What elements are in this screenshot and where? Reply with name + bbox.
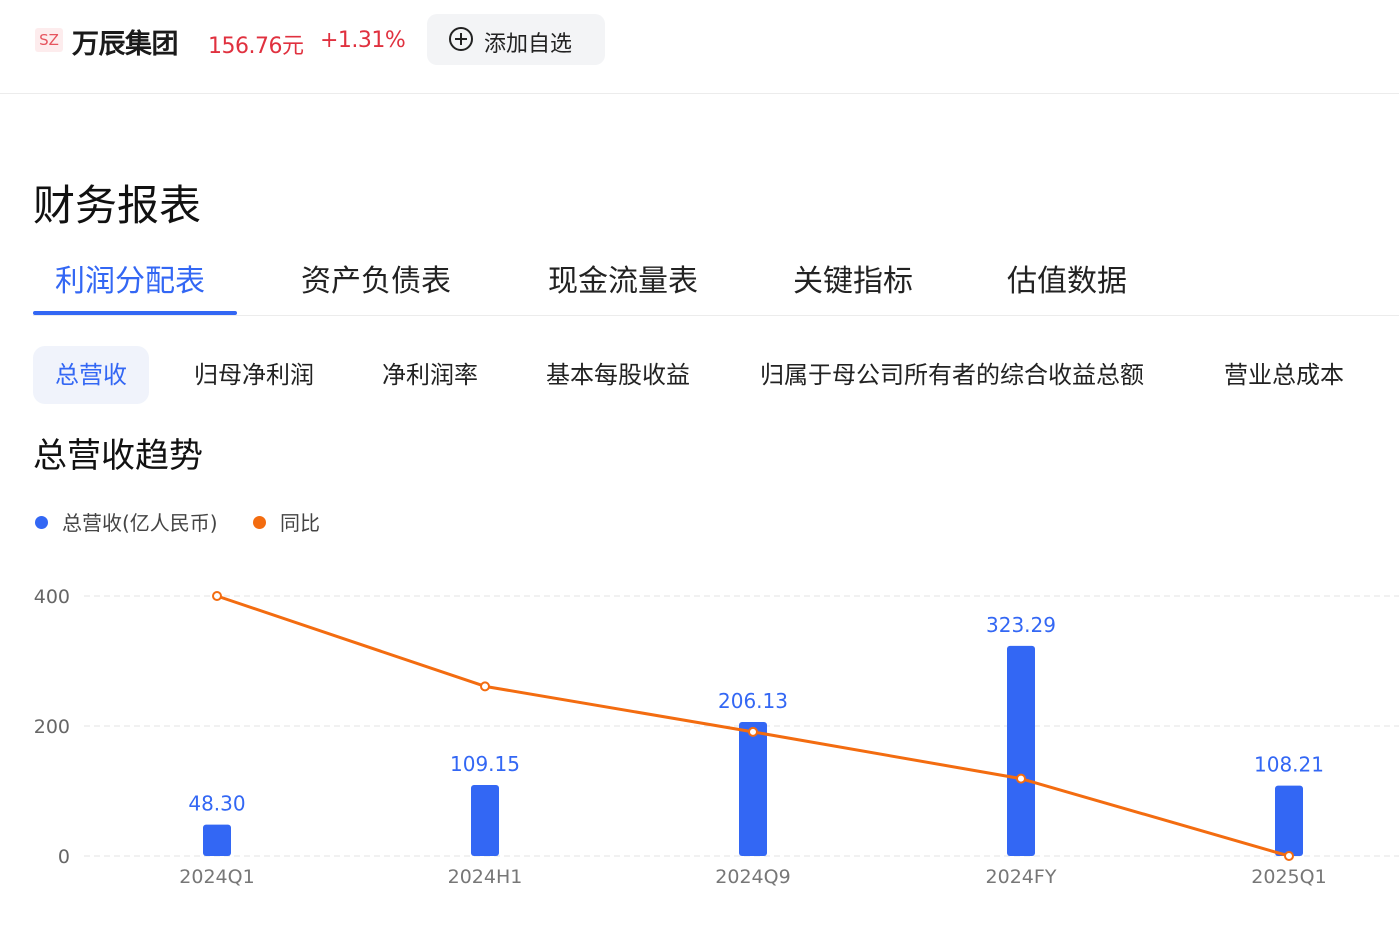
legend-label-revenue: 总营收(亿人民币)	[62, 511, 218, 535]
revenue-bar	[203, 824, 231, 856]
tab-key-metrics[interactable]: 关键指标	[793, 256, 913, 300]
revenue-data-label: 108.21	[1254, 753, 1324, 777]
y-tick-label: 200	[34, 716, 70, 738]
stock-header: SZ 万辰集团 156.76元 +1.31% 添加自选	[0, 0, 1399, 94]
chart-title: 总营收趋势	[33, 436, 203, 476]
y-tick-label: 400	[34, 586, 70, 608]
tab-cash-flow[interactable]: 现金流量表	[548, 256, 698, 300]
yoy-point	[1016, 773, 1026, 784]
yoy-point	[480, 681, 490, 692]
stock-price: 156.76元	[208, 34, 304, 59]
x-tick-label: 2024FY	[986, 866, 1057, 888]
revenue-data-label: 206.13	[718, 689, 788, 713]
yoy-point	[1284, 851, 1294, 861]
revenue-bar	[1275, 785, 1303, 856]
tab-valuation[interactable]: 估值数据	[1007, 256, 1127, 300]
metric-subtabs: 总营收 归母净利润 净利润率 基本每股收益 归属于母公司所有者的综合收益总额 营…	[33, 346, 1399, 404]
x-tick-label: 2024Q9	[715, 866, 790, 888]
legend-dot-revenue	[35, 516, 48, 529]
tab-income-statement[interactable]: 利润分配表	[55, 256, 205, 300]
revenue-bar	[739, 722, 767, 856]
x-tick-label: 2024H1	[448, 866, 523, 888]
yoy-point	[212, 591, 222, 601]
market-badge: SZ	[35, 28, 63, 52]
add-to-watchlist-label: 添加自选	[484, 32, 573, 57]
revenue-bar	[1007, 645, 1035, 856]
stock-change: +1.31%	[320, 28, 406, 53]
subtab-total-operating-cost[interactable]: 营业总成本	[1224, 346, 1344, 404]
legend-dot-yoy	[253, 516, 266, 529]
x-tick-label: 2025Q1	[1251, 866, 1326, 888]
x-tick-label: 2024Q1	[179, 866, 254, 888]
section-title: 财务报表	[33, 181, 202, 230]
subtab-net-profit-margin[interactable]: 净利润率	[382, 346, 478, 404]
revenue-data-label: 48.30	[188, 792, 245, 816]
y-tick-label: 0	[58, 846, 70, 868]
subtab-net-profit-attributable[interactable]: 归母净利润	[194, 346, 314, 404]
statement-tabs: 利润分配表 资产负债表 现金流量表 关键指标 估值数据	[33, 240, 1399, 316]
tab-balance-sheet[interactable]: 资产负债表	[301, 256, 451, 300]
revenue-data-label: 323.29	[986, 613, 1056, 637]
legend-item-revenue[interactable]: 总营收(亿人民币)	[35, 508, 218, 538]
stock-name: 万辰集团	[72, 29, 179, 60]
subtab-basic-eps[interactable]: 基本每股收益	[546, 346, 690, 404]
legend-item-yoy[interactable]: 同比	[253, 508, 320, 538]
legend-label-yoy: 同比	[280, 511, 320, 535]
subtab-total-revenue[interactable]: 总营收	[33, 346, 149, 404]
subtab-comprehensive-income[interactable]: 归属于母公司所有者的综合收益总额	[760, 346, 1144, 404]
active-tab-indicator	[33, 311, 237, 315]
plus-circle-icon	[449, 27, 473, 51]
add-to-watchlist-button[interactable]: 添加自选	[427, 14, 605, 65]
yoy-point	[748, 726, 758, 737]
revenue-data-label: 109.15	[450, 752, 520, 776]
revenue-trend-chart: 400 200 0 48.30 109.15 206.13 323.29 108.21 2024…	[34, 586, 1399, 888]
revenue-bar	[471, 785, 499, 856]
